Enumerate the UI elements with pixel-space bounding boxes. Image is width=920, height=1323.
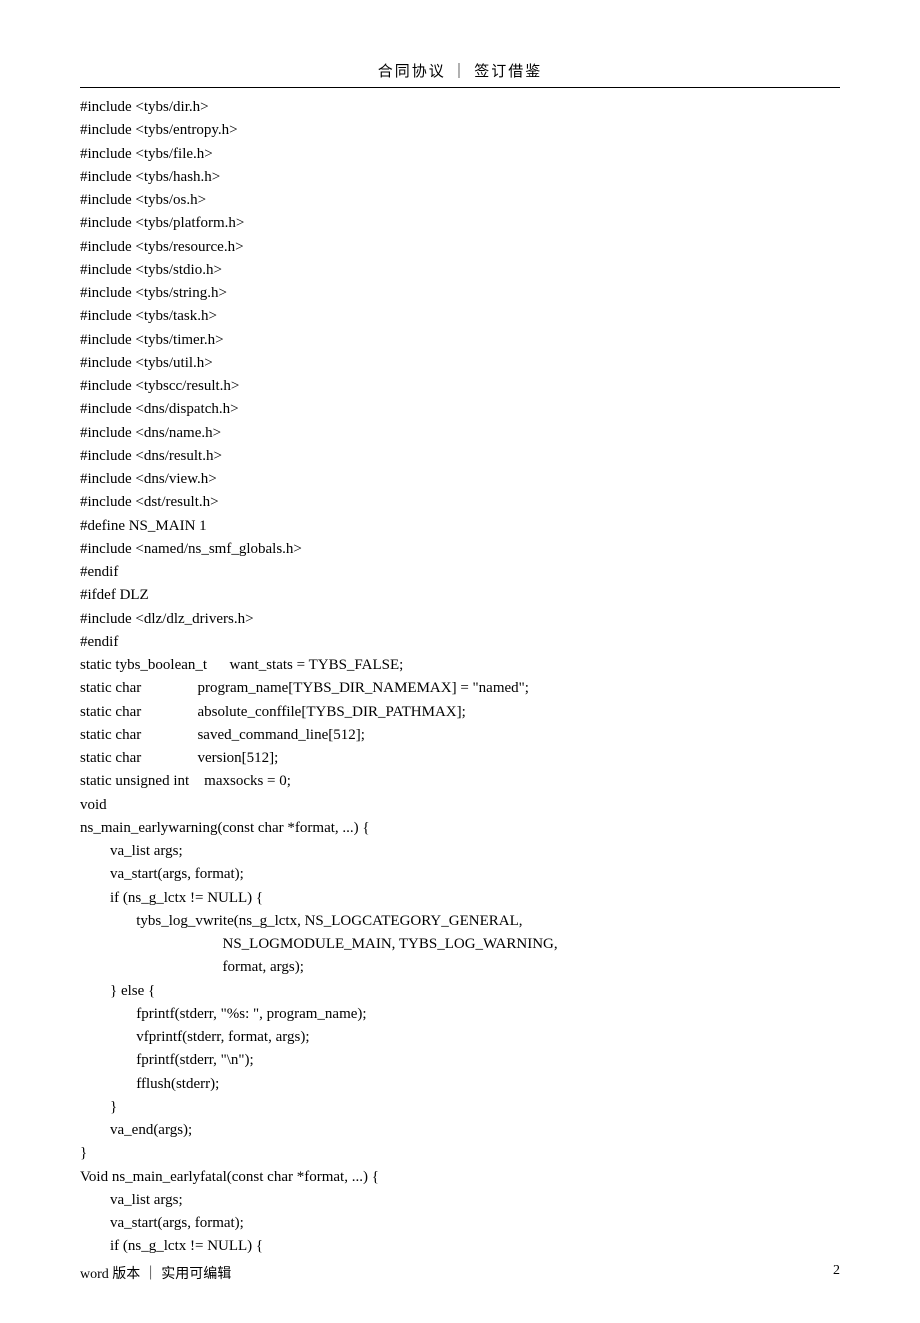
page-header: 合同协议 ｜ 签订借鉴 [80, 60, 840, 88]
footer-left-text: word 版本 ｜ 实用可编辑 [80, 1263, 231, 1283]
document-page: 合同协议 ｜ 签订借鉴 #include <tybs/dir.h> #inclu… [0, 0, 920, 1323]
code-content: #include <tybs/dir.h> #include <tybs/ent… [80, 96, 840, 1259]
page-number: 2 [833, 1263, 840, 1283]
page-footer: word 版本 ｜ 实用可编辑 2 [80, 1263, 840, 1283]
